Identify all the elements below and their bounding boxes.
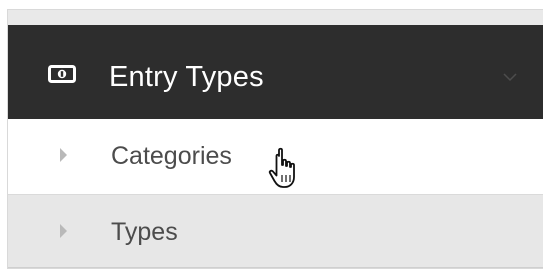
caret-right-icon (60, 148, 67, 162)
menu-item-categories[interactable]: Categories (8, 119, 543, 195)
menu-item-label: Categories (111, 142, 232, 170)
chevron-down-icon (503, 69, 517, 82)
menu-header-entry-types[interactable]: Entry Types (8, 25, 543, 119)
caret-right-icon (60, 224, 67, 238)
money-icon (48, 65, 76, 83)
menu-item-label: Types (111, 218, 178, 246)
sidebar-menu: Entry Types Categories Types (8, 10, 543, 268)
menu-item-types[interactable]: Types (8, 195, 543, 268)
menu-header-title: Entry Types (109, 61, 264, 93)
